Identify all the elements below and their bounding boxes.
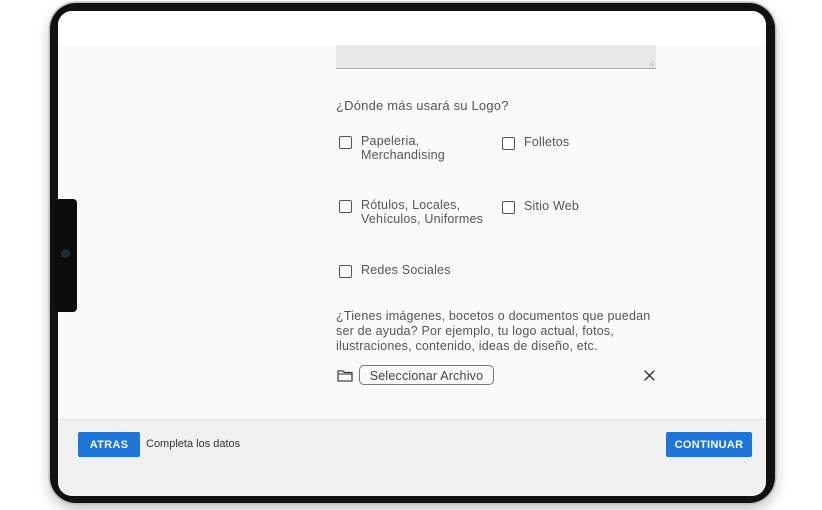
option-label: Folletos	[524, 135, 570, 149]
option-sitio-web[interactable]: Sitio Web	[502, 199, 579, 214]
comments-textarea[interactable]	[336, 45, 656, 69]
question-logo-usage: ¿Dónde más usará su Logo?	[336, 98, 509, 113]
option-label: Papeleria, Merchandising	[361, 134, 445, 162]
folder-icon	[337, 370, 353, 382]
option-rotulos[interactable]: Rótulos, Locales, Vehículos, Uniformes	[339, 198, 483, 226]
option-label: Sitio Web	[524, 199, 580, 213]
checkbox-sitio-web[interactable]	[502, 201, 515, 214]
camera-icon	[62, 250, 69, 257]
continue-button[interactable]: CONTINUAR	[666, 432, 752, 457]
option-label: Rótulos, Locales, Vehículos, Uniformes	[361, 198, 484, 226]
checkbox-folletos[interactable]	[502, 137, 515, 150]
checkbox-rotulos[interactable]	[339, 200, 352, 213]
back-button[interactable]: ATRAS	[78, 432, 140, 457]
option-redes-sociales[interactable]: Redes Sociales	[339, 263, 451, 278]
checkbox-papeleria[interactable]	[339, 136, 352, 149]
close-icon[interactable]	[644, 370, 655, 381]
checkbox-redes-sociales[interactable]	[339, 265, 352, 278]
option-folletos[interactable]: Folletos	[502, 135, 569, 150]
option-papeleria[interactable]: Papeleria, Merchandising	[339, 134, 445, 162]
question-files: ¿Tienes imágenes, bocetos o documentos q…	[336, 309, 651, 353]
option-label: Redes Sociales	[361, 263, 451, 277]
screen: ¿Dónde más usará su Logo? Papeleria, Mer…	[58, 11, 766, 496]
tablet-side-notch	[55, 199, 77, 312]
resize-grip-icon[interactable]	[648, 60, 654, 66]
footer-bar: ATRAS Completa los datos CONTINUAR	[58, 419, 766, 496]
status-text: Completa los datos	[146, 438, 241, 450]
top-bar	[58, 11, 766, 45]
select-file-button[interactable]: Seleccionar Archivo	[359, 365, 494, 385]
